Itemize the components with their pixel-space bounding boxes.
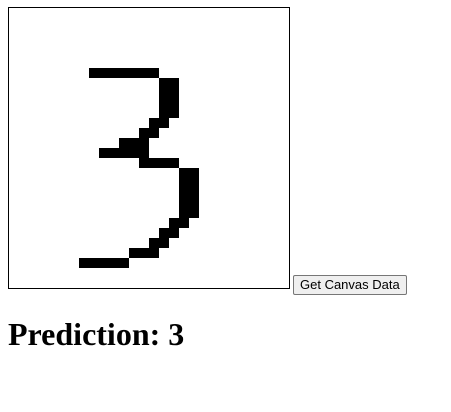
ink-cell bbox=[149, 118, 159, 128]
ink-cell bbox=[169, 218, 179, 228]
drawing-canvas[interactable] bbox=[8, 7, 290, 289]
ink-cell bbox=[119, 138, 129, 148]
ink-cell bbox=[189, 178, 199, 188]
ink-cell bbox=[189, 198, 199, 208]
ink-cell bbox=[169, 228, 179, 238]
ink-cell bbox=[129, 68, 139, 78]
ink-cell bbox=[149, 68, 159, 78]
ink-cell bbox=[119, 148, 129, 158]
ink-cell bbox=[159, 78, 169, 88]
ink-cell bbox=[139, 128, 149, 138]
ink-cell bbox=[189, 188, 199, 198]
ink-cell bbox=[89, 258, 99, 268]
ink-cell bbox=[159, 228, 169, 238]
ink-cell bbox=[159, 158, 169, 168]
ink-cell bbox=[109, 148, 119, 158]
ink-cell bbox=[139, 158, 149, 168]
ink-cell bbox=[99, 258, 109, 268]
ink-cell bbox=[159, 108, 169, 118]
ink-cell bbox=[179, 218, 189, 228]
ink-cell bbox=[139, 68, 149, 78]
ink-cell bbox=[169, 78, 179, 88]
ink-cell bbox=[189, 208, 199, 218]
ink-cell bbox=[179, 198, 189, 208]
get-canvas-data-button[interactable]: Get Canvas Data bbox=[293, 275, 407, 295]
ink-cell bbox=[119, 68, 129, 78]
ink-cell bbox=[99, 148, 109, 158]
ink-cell bbox=[169, 158, 179, 168]
ink-cell bbox=[139, 138, 149, 148]
ink-cell bbox=[189, 168, 199, 178]
ink-cell bbox=[179, 168, 189, 178]
ink-cell bbox=[109, 258, 119, 268]
ink-cell bbox=[79, 258, 89, 268]
ink-cell bbox=[119, 258, 129, 268]
ink-cell bbox=[169, 88, 179, 98]
ink-cell bbox=[159, 98, 169, 108]
ink-cell bbox=[159, 238, 169, 248]
ink-cell bbox=[139, 148, 149, 158]
ink-cell bbox=[149, 128, 159, 138]
ink-cell bbox=[139, 248, 149, 258]
ink-cell bbox=[179, 208, 189, 218]
ink-cell bbox=[99, 68, 109, 78]
ink-cell bbox=[149, 248, 159, 258]
drawn-digit bbox=[79, 68, 199, 268]
ink-cell bbox=[179, 188, 189, 198]
ink-cell bbox=[149, 238, 159, 248]
ink-cell bbox=[89, 68, 99, 78]
ink-cell bbox=[169, 108, 179, 118]
ink-cell bbox=[159, 88, 169, 98]
ink-cell bbox=[109, 68, 119, 78]
prediction-heading: Prediction: 3 bbox=[8, 316, 185, 352]
ink-cell bbox=[129, 138, 139, 148]
ink-cell bbox=[129, 148, 139, 158]
ink-cell bbox=[129, 248, 139, 258]
ink-cell bbox=[179, 178, 189, 188]
ink-cell bbox=[169, 98, 179, 108]
ink-cell bbox=[149, 158, 159, 168]
ink-cell bbox=[159, 118, 169, 128]
